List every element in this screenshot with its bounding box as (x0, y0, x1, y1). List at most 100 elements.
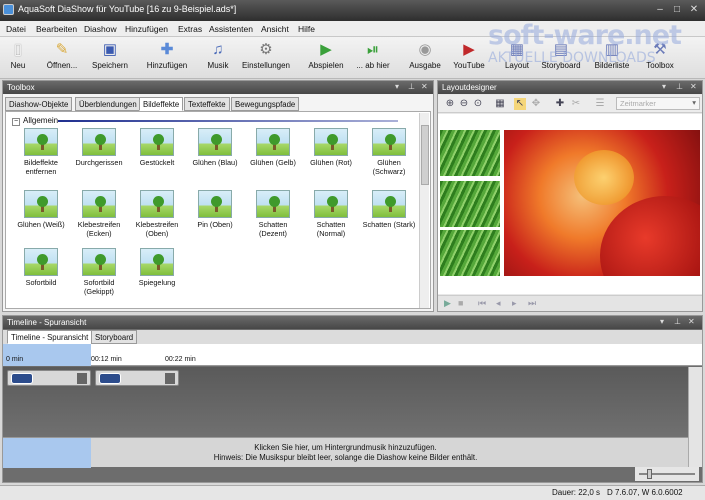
menu-assistenten[interactable]: Assistenten (209, 24, 253, 34)
menu-diashow[interactable]: Diashow (84, 24, 117, 34)
collapse-icon[interactable]: − (12, 118, 20, 126)
grass-image-3[interactable] (440, 230, 500, 276)
ruler-label-12: 00:12 min (91, 356, 122, 363)
tab-ueberblendungen[interactable]: Überblendungen (75, 97, 141, 111)
title-bar: AquaSoft DiaShow für YouTube [16 zu 9-Be… (0, 0, 705, 21)
pin-icon[interactable]: ⊥ (674, 317, 681, 326)
effect-item[interactable]: Pin (Oben) (186, 190, 244, 230)
settings-button[interactable]: ⚙ Einstellungen (238, 39, 294, 77)
peach-image[interactable] (504, 130, 700, 276)
toolbox-scrollbar[interactable] (419, 113, 429, 308)
effect-thumbnail (256, 190, 290, 218)
clip-2[interactable] (95, 370, 179, 386)
effect-item[interactable]: Glühen (Weiß) (12, 190, 70, 230)
close-button[interactable]: ✕ (687, 3, 701, 16)
effect-item[interactable]: Klebestreifen (Ecken) (70, 190, 128, 238)
move-icon[interactable]: ✥ (530, 98, 542, 110)
zoom-fit-icon[interactable]: ⊙ (472, 98, 484, 110)
dropdown-icon[interactable]: ▾ (395, 82, 399, 91)
effect-item[interactable]: Sofortbild (12, 248, 70, 288)
menu-extras[interactable]: Extras (178, 24, 202, 34)
tab-bildeffekte[interactable]: Bildeffekte (139, 97, 184, 111)
preview-stage[interactable] (438, 114, 702, 294)
effect-item[interactable]: Klebestreifen (Oben) (128, 190, 186, 238)
scrollbar-thumb[interactable] (421, 125, 429, 185)
transition-icon[interactable] (165, 373, 175, 384)
effect-item[interactable]: Spiegelung (128, 248, 186, 288)
effect-thumbnail (140, 190, 174, 218)
grass-image-1[interactable] (440, 130, 500, 176)
minimize-button[interactable]: – (653, 3, 667, 16)
play-icon[interactable]: ▶ (444, 298, 451, 309)
zoom-slider[interactable] (635, 467, 699, 481)
tab-bewegungspfade[interactable]: Bewegungspfade (231, 97, 300, 111)
music-track[interactable]: Klicken Sie hier, um Hintergrundmusik hi… (3, 437, 688, 468)
effect-item[interactable]: Glühen (Blau) (186, 128, 244, 168)
grass-image-2[interactable] (440, 181, 500, 227)
close-icon[interactable]: ✕ (421, 82, 428, 91)
effect-item[interactable]: Schatten (Dezent) (244, 190, 302, 238)
dropdown-icon[interactable]: ▾ (660, 317, 664, 326)
save-button[interactable]: ▣ Speichern (88, 39, 132, 77)
menu-datei[interactable]: Datei (6, 24, 26, 34)
effect-item[interactable]: Schatten (Normal) (302, 190, 360, 238)
play-button[interactable]: ▶ Abspielen (306, 39, 346, 77)
maximize-button[interactable]: □ (670, 3, 684, 16)
image-track[interactable] (3, 367, 688, 437)
next-frame-icon[interactable]: ▸ (512, 298, 517, 309)
prev-frame-icon[interactable]: ◂ (496, 298, 501, 309)
timeline-zoom-scrollbar[interactable] (688, 367, 702, 467)
transition-icon[interactable] (77, 373, 87, 384)
clip-1[interactable] (7, 370, 91, 386)
effect-item[interactable]: Schatten (Stark) (360, 190, 418, 230)
effect-thumbnail (24, 190, 58, 218)
open-button[interactable]: ✎ Öffnen... (43, 39, 81, 77)
menu-ansicht[interactable]: Ansicht (261, 24, 289, 34)
menu-hilfe[interactable]: Hilfe (298, 24, 315, 34)
new-button[interactable]: ▯ Neu (3, 39, 33, 77)
grid-icon[interactable]: ▦ (494, 98, 506, 110)
zoom-in-icon[interactable]: ⊕ (444, 98, 456, 110)
effect-item[interactable]: Glühen (Schwarz) (360, 128, 418, 176)
dropdown-icon[interactable]: ▾ (662, 82, 666, 91)
output-button[interactable]: ◉ Ausgabe (407, 39, 443, 77)
group-header[interactable]: − Allgemein (12, 116, 58, 126)
close-icon[interactable]: ✕ (688, 317, 695, 326)
last-frame-icon[interactable]: ⏭ (528, 298, 536, 309)
zoom-out-icon[interactable]: ⊖ (458, 98, 470, 110)
effect-item[interactable]: Sofortbild (Gekippt) (70, 248, 128, 296)
music-button[interactable]: ♫ Musik (203, 39, 233, 77)
pin-icon[interactable]: ⊥ (408, 82, 415, 91)
youtube-button[interactable]: ▶ YouTube (450, 39, 488, 77)
close-icon[interactable]: ✕ (690, 82, 697, 91)
menu-hinzufuegen[interactable]: Hinzufügen (125, 24, 168, 34)
tab-texteffekte[interactable]: Texteffekte (184, 97, 230, 111)
slider-knob[interactable] (647, 469, 652, 479)
music-hint-click[interactable]: Klicken Sie hier, um Hintergrundmusik hi… (3, 443, 688, 452)
properties-icon[interactable]: ☰ (594, 98, 606, 110)
status-bar: Dauer: 22,0 s D 7.6.07, W 6.0.6002 (0, 485, 705, 500)
tab-diashow-objekte[interactable]: Diashow-Objekte (5, 97, 73, 111)
save-icon: ▣ (102, 41, 118, 58)
zeitmarker-select[interactable]: Zeitmarker ▾ (616, 97, 700, 110)
tab-storyboard[interactable]: Storyboard (91, 330, 138, 344)
effect-item[interactable]: Bildeffekte entfernen (12, 128, 70, 176)
effect-item[interactable]: Glühen (Rot) (302, 128, 360, 168)
first-frame-icon[interactable]: ⏮ (478, 298, 486, 309)
select-icon[interactable]: ↖ (514, 98, 526, 110)
stop-icon[interactable]: ■ (458, 298, 463, 308)
toolbox-panel: Toolbox ▾ ⊥ ✕ Diashow-Objekte Überblendu… (2, 80, 434, 312)
play-from-here-button[interactable]: ⏯ ... ab hier (352, 39, 394, 77)
remove-point-icon[interactable]: ✂ (570, 98, 582, 110)
version-status: D 7.6.07, W 6.0.6002 (607, 488, 683, 497)
add-point-icon[interactable]: ✚ (554, 98, 566, 110)
effect-item[interactable]: Gestückelt (128, 128, 186, 168)
add-button[interactable]: ✚ Hinzufügen (142, 39, 192, 77)
pin-icon[interactable]: ⊥ (676, 82, 683, 91)
effect-item[interactable]: Glühen (Gelb) (244, 128, 302, 168)
zeitmarker-label: Zeitmarker (620, 99, 656, 108)
time-ruler[interactable]: 0 min 00:12 min 00:22 min (3, 344, 702, 366)
menu-bearbeiten[interactable]: Bearbeiten (36, 24, 77, 34)
tab-timeline-spuransicht[interactable]: Timeline - Spuransicht (7, 330, 93, 344)
effect-item[interactable]: Durchgerissen (70, 128, 128, 168)
